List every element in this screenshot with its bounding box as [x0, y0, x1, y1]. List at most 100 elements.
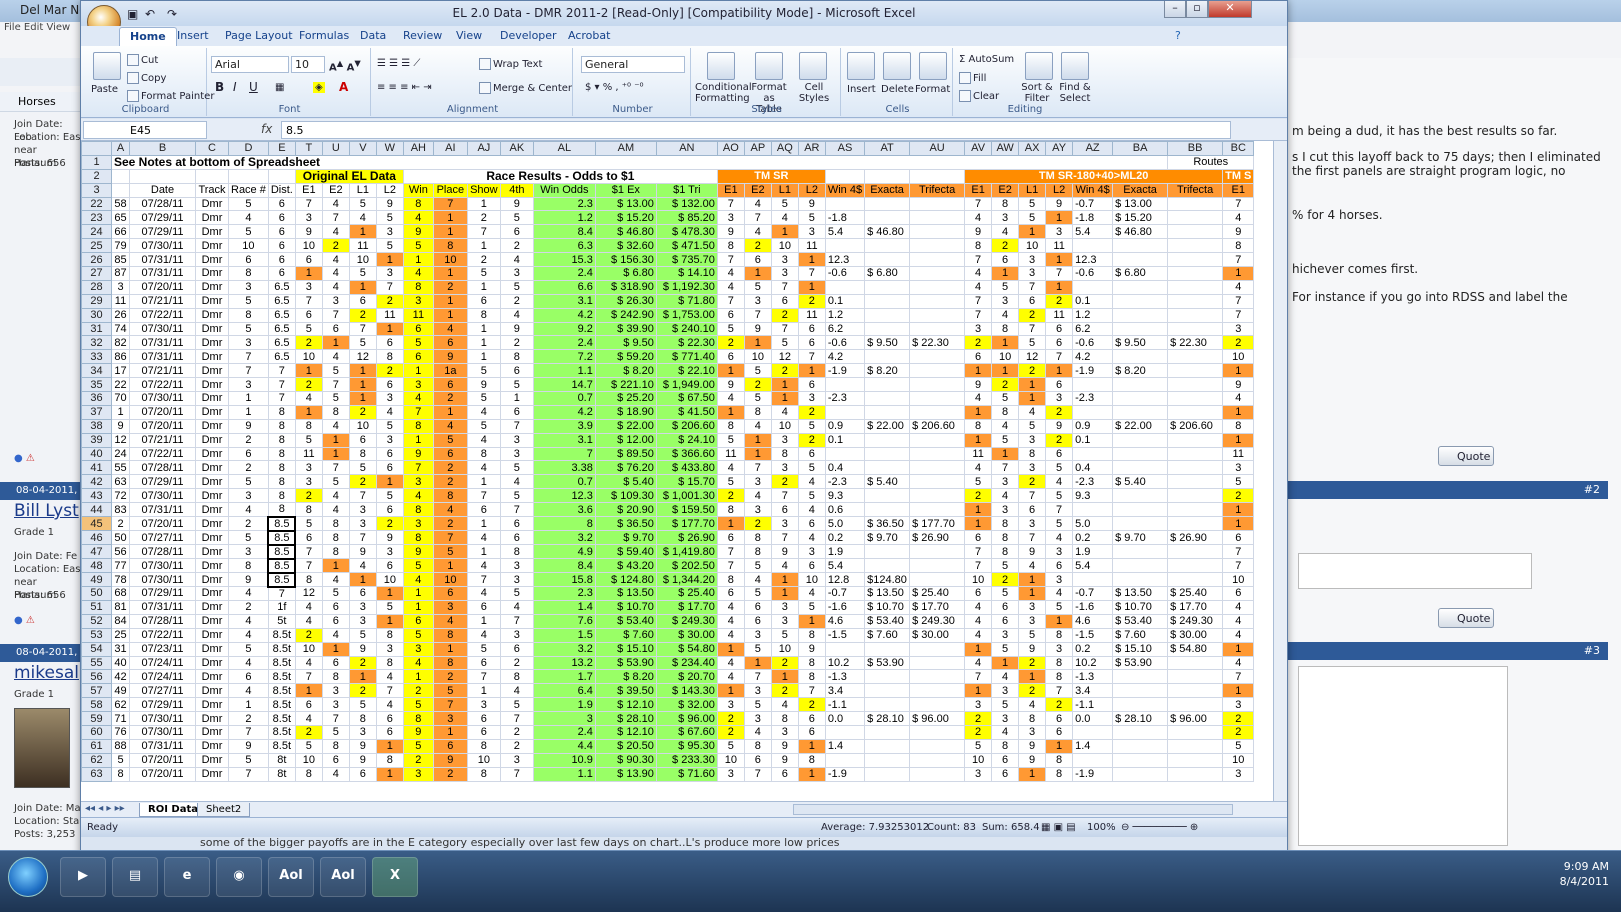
- cell[interactable]: $ 22.30: [909, 335, 966, 351]
- cell[interactable]: 8.5t: [267, 669, 296, 685]
- cell[interactable]: 1: [797, 252, 826, 268]
- cell[interactable]: $ 17.70: [655, 599, 718, 615]
- cell[interactable]: 9: [797, 641, 826, 657]
- cell[interactable]: [1112, 279, 1169, 295]
- cell[interactable]: 1: [466, 196, 501, 212]
- cell[interactable]: 4: [499, 474, 534, 490]
- cell[interactable]: $ 206.60: [655, 418, 718, 434]
- cell[interactable]: 7: [294, 558, 323, 574]
- maximize-button[interactable]: ▫: [1186, 1, 1208, 18]
- cell[interactable]: $ 8.20: [594, 363, 657, 379]
- cell[interactable]: 4: [991, 307, 1020, 323]
- row-header[interactable]: 2: [81, 168, 112, 184]
- cell[interactable]: [864, 432, 911, 448]
- cell[interactable]: 10: [294, 349, 323, 365]
- cell[interactable]: 07/22/11: [129, 307, 196, 323]
- cell[interactable]: 8: [348, 711, 377, 726]
- cell[interactable]: 1: [964, 683, 993, 699]
- cell[interactable]: 1: [348, 377, 377, 393]
- cell[interactable]: 9: [432, 349, 468, 365]
- cell[interactable]: 7: [228, 766, 269, 782]
- cell[interactable]: 2: [432, 669, 468, 685]
- cell[interactable]: 10: [375, 572, 404, 588]
- cell[interactable]: 3: [499, 752, 534, 768]
- column-label[interactable]: Exacta: [1112, 182, 1169, 198]
- cell[interactable]: 2: [1018, 655, 1047, 671]
- wrap-text-button[interactable]: Wrap Text: [479, 58, 542, 70]
- cell[interactable]: 6: [770, 766, 799, 782]
- cell[interactable]: 66: [111, 224, 130, 240]
- cell[interactable]: $ 24.10: [655, 432, 718, 448]
- routes-label[interactable]: Routes: [1167, 154, 1255, 170]
- column-label[interactable]: [111, 182, 130, 198]
- cell[interactable]: 11: [797, 307, 826, 323]
- cell[interactable]: 2: [348, 655, 377, 671]
- cell[interactable]: 6: [348, 766, 377, 782]
- cell[interactable]: 1.7: [532, 669, 596, 685]
- cell[interactable]: 0.4: [824, 460, 866, 476]
- cell[interactable]: 3: [1018, 599, 1047, 615]
- cell[interactable]: Dmr: [195, 572, 229, 588]
- cell[interactable]: 2: [499, 738, 534, 754]
- cell[interactable]: 8t: [267, 752, 296, 768]
- cell[interactable]: [864, 307, 911, 323]
- cell[interactable]: 8: [991, 321, 1020, 337]
- cell[interactable]: 10: [1222, 349, 1255, 365]
- cell[interactable]: [909, 238, 966, 254]
- vertical-scrollbar[interactable]: [1273, 141, 1287, 801]
- cell[interactable]: -1.9: [1072, 766, 1114, 782]
- cell[interactable]: 8: [375, 752, 404, 768]
- cell[interactable]: 1: [1045, 279, 1074, 295]
- row-header[interactable]: 42: [81, 474, 112, 490]
- cell-table[interactable]: A B C D E T U V W AH AI AJ AK AL AM AN AO AP AQ AR AS AT AU AV A…: [81, 141, 1255, 782]
- cell[interactable]: 3: [321, 293, 350, 309]
- cell[interactable]: 9: [499, 196, 534, 212]
- column-label[interactable]: Race #: [228, 182, 269, 198]
- cell[interactable]: $ 26.90: [909, 530, 966, 546]
- cell[interactable]: 4: [770, 697, 799, 713]
- column-label[interactable]: Win: [402, 182, 434, 198]
- cell[interactable]: 78: [111, 572, 130, 588]
- cell[interactable]: 4: [1222, 655, 1255, 671]
- browser-menu[interactable]: File Edit View: [0, 22, 90, 36]
- cell[interactable]: Dmr: [195, 224, 229, 240]
- cell[interactable]: 2: [1045, 404, 1074, 420]
- cell[interactable]: $ 54.80: [1167, 641, 1224, 657]
- cell[interactable]: 71: [111, 711, 130, 726]
- cell[interactable]: 5: [375, 488, 404, 504]
- cell[interactable]: 4: [499, 252, 534, 268]
- cell[interactable]: [909, 321, 966, 337]
- cell[interactable]: 10.2: [1072, 655, 1114, 671]
- cell[interactable]: $ 32.00: [655, 697, 718, 713]
- cell[interactable]: 9: [402, 544, 434, 560]
- cell[interactable]: 5t: [267, 613, 296, 629]
- cell[interactable]: 7: [964, 252, 993, 268]
- cell[interactable]: Dmr: [195, 599, 229, 615]
- cell[interactable]: 76: [111, 724, 130, 740]
- cell[interactable]: Dmr: [195, 641, 229, 657]
- cell[interactable]: 4: [228, 683, 269, 699]
- cell[interactable]: 4: [321, 224, 350, 240]
- cell[interactable]: 8.5t: [267, 683, 296, 699]
- cell[interactable]: $ 221.10: [594, 377, 657, 393]
- cell[interactable]: 3: [402, 641, 434, 657]
- cell[interactable]: 3: [228, 488, 269, 504]
- cell[interactable]: 7: [1222, 544, 1255, 560]
- cell[interactable]: 3: [991, 502, 1020, 518]
- cell[interactable]: 3: [743, 627, 772, 643]
- cell[interactable]: $ 30.00: [655, 627, 718, 643]
- cell[interactable]: 6: [348, 432, 377, 448]
- cell[interactable]: $ 39.90: [594, 321, 657, 337]
- column-label[interactable]: L2: [375, 182, 404, 198]
- row-header[interactable]: 62: [81, 752, 112, 768]
- cell[interactable]: 1: [321, 641, 350, 657]
- cell[interactable]: 5: [716, 321, 745, 337]
- cell[interactable]: $ 28.10: [594, 711, 657, 726]
- bold-button[interactable]: B: [215, 81, 224, 93]
- cell[interactable]: 8: [432, 655, 468, 671]
- cell[interactable]: 58: [111, 196, 130, 212]
- row-header[interactable]: 45: [81, 516, 112, 532]
- cell[interactable]: $ 15.10: [1112, 641, 1169, 657]
- cell[interactable]: 6.5: [267, 321, 296, 337]
- cell[interactable]: 3: [294, 279, 323, 295]
